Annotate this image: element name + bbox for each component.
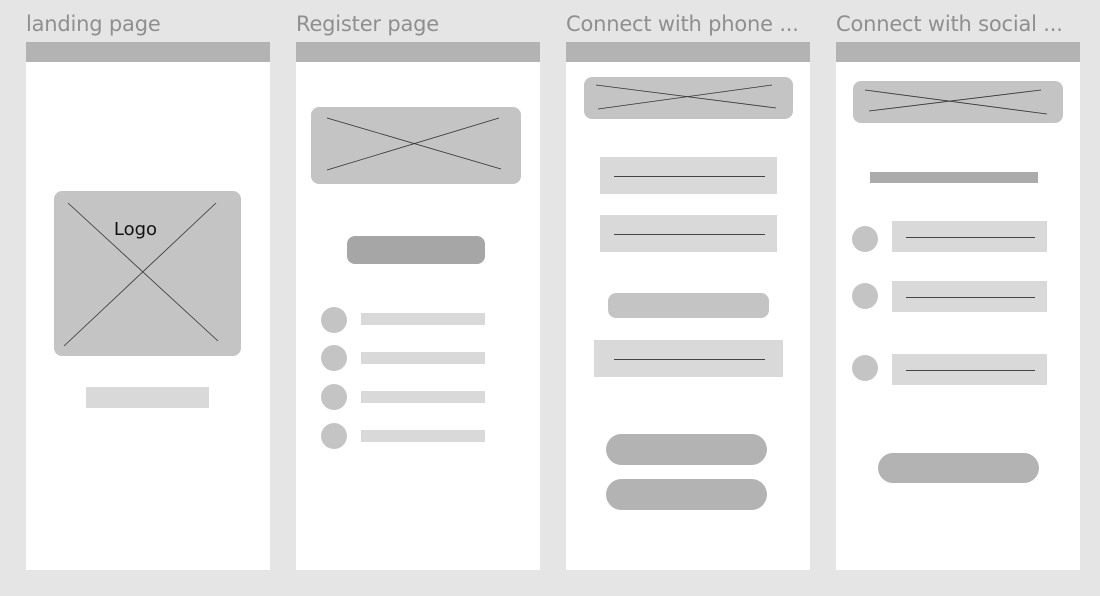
verification-input-field[interactable] xyxy=(594,340,783,377)
image-placeholder-icon xyxy=(63,202,219,347)
header-image-placeholder xyxy=(853,81,1063,123)
social-account-field[interactable] xyxy=(892,354,1047,385)
option-icon xyxy=(321,423,347,449)
register-page-frame xyxy=(296,42,540,570)
social-icon xyxy=(852,226,878,252)
register-button[interactable] xyxy=(347,236,485,264)
frame-title-register: Register page xyxy=(296,12,439,36)
phone-input-field[interactable] xyxy=(600,157,777,194)
option-icon xyxy=(321,345,347,371)
social-account-field[interactable] xyxy=(892,281,1047,312)
logo-image-placeholder: Logo xyxy=(54,191,241,356)
social-account-field[interactable] xyxy=(892,221,1047,252)
cancel-button[interactable] xyxy=(606,479,767,510)
frame-title-phone: Connect with phone ... xyxy=(566,12,799,36)
status-bar xyxy=(566,42,810,62)
landing-page-frame: Logo xyxy=(26,42,270,570)
status-bar xyxy=(296,42,540,62)
image-placeholder-icon xyxy=(864,89,1048,115)
social-icon xyxy=(852,283,878,309)
confirm-button[interactable] xyxy=(606,434,767,465)
status-bar xyxy=(836,42,1080,62)
phone-connect-frame xyxy=(566,42,810,570)
heading-placeholder xyxy=(870,172,1038,183)
option-label-placeholder[interactable] xyxy=(361,313,485,325)
social-icon xyxy=(852,355,878,381)
option-label-placeholder[interactable] xyxy=(361,391,485,403)
connect-button[interactable] xyxy=(878,453,1039,483)
frame-title-landing: landing page xyxy=(26,12,161,36)
option-label-placeholder[interactable] xyxy=(361,352,485,364)
social-connect-frame xyxy=(836,42,1080,570)
send-code-button[interactable] xyxy=(608,293,769,318)
frame-title-social: Connect with social ... xyxy=(836,12,1063,36)
header-image-placeholder xyxy=(584,77,793,119)
option-icon xyxy=(321,307,347,333)
logo-label: Logo xyxy=(113,219,158,240)
code-input-field[interactable] xyxy=(600,215,777,252)
header-image-placeholder xyxy=(311,107,521,184)
option-icon xyxy=(321,384,347,410)
option-label-placeholder[interactable] xyxy=(361,430,485,442)
image-placeholder-icon xyxy=(595,84,777,110)
status-bar xyxy=(26,42,270,62)
image-placeholder-icon xyxy=(326,117,502,171)
tagline-placeholder xyxy=(86,387,209,408)
